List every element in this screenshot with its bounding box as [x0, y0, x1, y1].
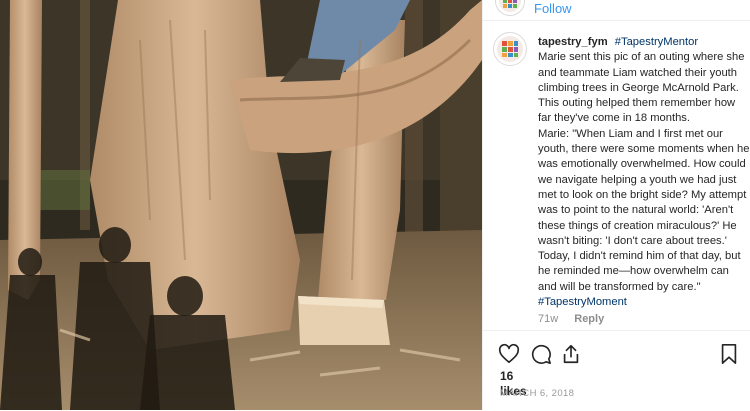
comments-panel: Follow tapestry_fym #TapestryMentor Mari…	[482, 0, 750, 410]
bookmark-icon[interactable]	[718, 343, 740, 365]
photo-illustration	[0, 0, 482, 410]
post-date: MARCH 6, 2018	[500, 388, 575, 399]
hashtag-link[interactable]: #TapestryMentor	[615, 36, 698, 48]
caption-text: tapestry_fym #TapestryMentor Marie sent …	[538, 35, 750, 310]
tapestry-logo-icon	[499, 0, 521, 12]
action-bar: 16 likes MARCH 6, 2018	[483, 330, 750, 411]
header-avatar[interactable]	[495, 0, 525, 16]
post-header: Follow	[483, 0, 750, 21]
tapestry-logo-icon	[497, 36, 523, 62]
hashtag-link[interactable]: #TapestryMoment	[538, 295, 750, 310]
caption-paragraph-2: Marie: "When Liam and I first met our yo…	[538, 127, 750, 293]
caption-paragraph-1: Marie sent this pic of an outing where s…	[538, 51, 748, 125]
likes-number: 16	[500, 369, 514, 383]
follow-button[interactable]: Follow	[534, 1, 572, 16]
comment-age[interactable]: 71w	[538, 313, 558, 325]
share-icon[interactable]	[560, 343, 582, 365]
avatar[interactable]	[493, 32, 527, 66]
reply-button[interactable]: Reply	[574, 313, 604, 325]
heart-icon[interactable]	[498, 343, 520, 365]
post-photo[interactable]	[0, 0, 482, 410]
username-link[interactable]: tapestry_fym	[538, 36, 608, 48]
comment-meta: 71w Reply	[538, 313, 604, 325]
comment-bubble-icon[interactable]	[530, 343, 552, 365]
